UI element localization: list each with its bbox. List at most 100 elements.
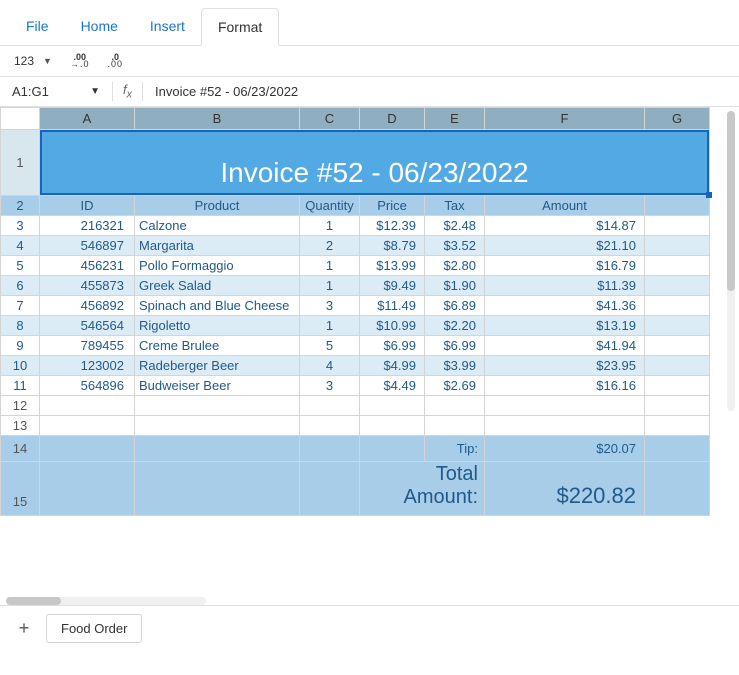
- selection-handle[interactable]: [706, 192, 712, 198]
- cell-id[interactable]: 564896: [40, 376, 135, 396]
- tip-label[interactable]: Tip:: [425, 436, 485, 462]
- cell-tax[interactable]: $3.52: [425, 236, 485, 256]
- cell[interactable]: [645, 396, 710, 416]
- cell[interactable]: [645, 236, 710, 256]
- total-label[interactable]: Total Amount:: [360, 462, 485, 516]
- cell-qty[interactable]: 1: [300, 276, 360, 296]
- cell[interactable]: [135, 396, 300, 416]
- cell-tax[interactable]: $1.90: [425, 276, 485, 296]
- vertical-scrollbar[interactable]: [727, 111, 735, 411]
- cell[interactable]: [135, 416, 300, 436]
- cell-tax[interactable]: $2.48: [425, 216, 485, 236]
- cell[interactable]: [360, 436, 425, 462]
- scrollbar-thumb[interactable]: [727, 111, 735, 291]
- cell-tax[interactable]: $6.99: [425, 336, 485, 356]
- cell-id[interactable]: 455873: [40, 276, 135, 296]
- cell-qty[interactable]: 1: [300, 316, 360, 336]
- cell[interactable]: [300, 462, 360, 516]
- formula-input[interactable]: Invoice #52 - 06/23/2022: [149, 81, 733, 102]
- header-amount[interactable]: Amount: [485, 196, 645, 216]
- cell-id[interactable]: 546564: [40, 316, 135, 336]
- cell[interactable]: [360, 396, 425, 416]
- cell-amount[interactable]: $21.10: [485, 236, 645, 256]
- cell[interactable]: [645, 462, 710, 516]
- cell[interactable]: [485, 416, 645, 436]
- cell-product[interactable]: Creme Brulee: [135, 336, 300, 356]
- row-header[interactable]: 14: [1, 436, 40, 462]
- header-tax[interactable]: Tax: [425, 196, 485, 216]
- cell-id[interactable]: 123002: [40, 356, 135, 376]
- row-header[interactable]: 8: [1, 316, 40, 336]
- row-header[interactable]: 2: [1, 196, 40, 216]
- col-header-E[interactable]: E: [425, 108, 485, 130]
- cell[interactable]: [645, 316, 710, 336]
- cell[interactable]: [645, 356, 710, 376]
- row-header[interactable]: 13: [1, 416, 40, 436]
- cell-amount[interactable]: $16.16: [485, 376, 645, 396]
- cell-price[interactable]: $10.99: [360, 316, 425, 336]
- cell[interactable]: [645, 376, 710, 396]
- cell-price[interactable]: $13.99: [360, 256, 425, 276]
- spreadsheet-grid[interactable]: A B C D E F G 1 Invoice #52 - 06/23/2022…: [0, 107, 710, 516]
- cell[interactable]: [40, 436, 135, 462]
- cell-qty[interactable]: 3: [300, 376, 360, 396]
- cell[interactable]: [135, 462, 300, 516]
- cell-qty[interactable]: 3: [300, 296, 360, 316]
- menu-format[interactable]: Format: [201, 8, 279, 46]
- header-qty[interactable]: Quantity: [300, 196, 360, 216]
- invoice-title-cell[interactable]: Invoice #52 - 06/23/2022: [40, 130, 710, 196]
- cell-id[interactable]: 789455: [40, 336, 135, 356]
- cell-amount[interactable]: $14.87: [485, 216, 645, 236]
- row-header[interactable]: 9: [1, 336, 40, 356]
- cell[interactable]: [300, 396, 360, 416]
- cell-id[interactable]: 456892: [40, 296, 135, 316]
- increase-decimal-button[interactable]: .00 →.0: [70, 54, 90, 68]
- cell[interactable]: [645, 216, 710, 236]
- col-header-D[interactable]: D: [360, 108, 425, 130]
- cell[interactable]: [645, 276, 710, 296]
- row-header[interactable]: 3: [1, 216, 40, 236]
- cell-tax[interactable]: $2.20: [425, 316, 485, 336]
- cell-amount[interactable]: $23.95: [485, 356, 645, 376]
- cell[interactable]: [40, 396, 135, 416]
- col-header-C[interactable]: C: [300, 108, 360, 130]
- cell-product[interactable]: Radeberger Beer: [135, 356, 300, 376]
- cell-amount[interactable]: $16.79: [485, 256, 645, 276]
- row-header[interactable]: 1: [1, 130, 40, 196]
- row-header[interactable]: 12: [1, 396, 40, 416]
- cell-qty[interactable]: 1: [300, 256, 360, 276]
- cell-product[interactable]: Calzone: [135, 216, 300, 236]
- cell-qty[interactable]: 4: [300, 356, 360, 376]
- name-box[interactable]: A1:G1 ▼: [6, 81, 106, 102]
- row-header[interactable]: 5: [1, 256, 40, 276]
- cell[interactable]: [645, 436, 710, 462]
- cell-tax[interactable]: $3.99: [425, 356, 485, 376]
- cell[interactable]: [645, 336, 710, 356]
- cell-price[interactable]: $11.49: [360, 296, 425, 316]
- cell[interactable]: [645, 256, 710, 276]
- col-header-A[interactable]: A: [40, 108, 135, 130]
- cell[interactable]: [300, 416, 360, 436]
- row-header[interactable]: 6: [1, 276, 40, 296]
- cell-price[interactable]: $9.49: [360, 276, 425, 296]
- cell-amount[interactable]: $13.19: [485, 316, 645, 336]
- cell-price[interactable]: $12.39: [360, 216, 425, 236]
- cell-id[interactable]: 546897: [40, 236, 135, 256]
- cell[interactable]: [645, 296, 710, 316]
- cell-qty[interactable]: 2: [300, 236, 360, 256]
- cell[interactable]: [40, 462, 135, 516]
- cell-product[interactable]: Budweiser Beer: [135, 376, 300, 396]
- cell-product[interactable]: Margarita: [135, 236, 300, 256]
- cell[interactable]: [485, 396, 645, 416]
- row-header[interactable]: 10: [1, 356, 40, 376]
- menu-home[interactable]: Home: [65, 8, 134, 45]
- header-id[interactable]: ID: [40, 196, 135, 216]
- cell-price[interactable]: $4.49: [360, 376, 425, 396]
- menu-insert[interactable]: Insert: [134, 8, 201, 45]
- cell[interactable]: [135, 436, 300, 462]
- row-header[interactable]: 11: [1, 376, 40, 396]
- cell-tax[interactable]: $6.89: [425, 296, 485, 316]
- cell[interactable]: [360, 416, 425, 436]
- cell-id[interactable]: 456231: [40, 256, 135, 276]
- tip-value[interactable]: $20.07: [485, 436, 645, 462]
